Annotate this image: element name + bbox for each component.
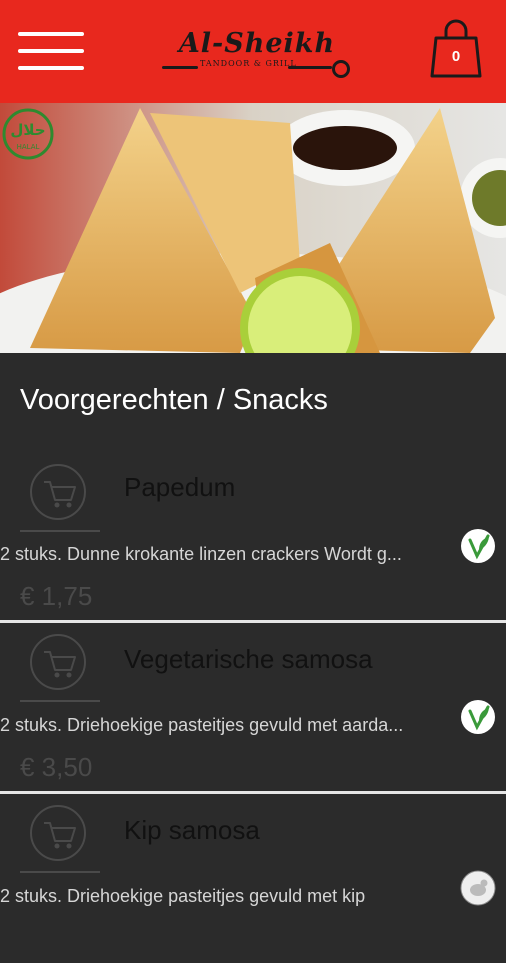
item-price: € 1,75 <box>20 581 93 611</box>
menu-item[interactable]: Papedum 2 stuks. Dunne krokante linzen c… <box>0 450 506 622</box>
logo-title: Al-Sheikh <box>178 28 336 59</box>
section-title: Voorgerechten / Snacks <box>20 384 328 416</box>
app-header: Al-Sheikh TANDOOR & GRILL 0 <box>0 0 506 103</box>
item-divider <box>0 791 506 794</box>
item-price: € 3,50 <box>20 752 93 782</box>
item-divider <box>0 620 506 623</box>
logo-skewer-ring <box>332 60 350 78</box>
chicken-icon <box>460 870 496 906</box>
halal-badge-icon: حلال HALAL <box>2 108 54 160</box>
item-name: Kip samosa <box>124 815 260 845</box>
thumb-underline <box>20 871 100 873</box>
logo[interactable]: Al-Sheikh TANDOOR & GRILL <box>160 28 350 80</box>
item-name: Papedum <box>124 472 236 502</box>
logo-skewer-right <box>288 66 332 69</box>
logo-subtitle: TANDOOR & GRILL <box>200 59 297 68</box>
add-to-cart-icon[interactable] <box>20 624 96 700</box>
hamburger-menu-icon[interactable] <box>18 32 84 72</box>
thumb-underline <box>20 530 100 532</box>
thumb-underline <box>20 700 100 702</box>
menu-item[interactable]: Kip samosa 2 stuks. Driehoekige pasteitj… <box>0 791 506 963</box>
hero-food-image <box>0 103 506 353</box>
item-name: Vegetarische samosa <box>124 644 373 674</box>
halal-badge-label: HALAL <box>17 143 40 151</box>
samosa-plate-photo <box>0 103 506 353</box>
logo-skewer-left <box>162 66 198 69</box>
cart-count-badge: 0 <box>451 48 461 65</box>
vegetarian-leaf-icon <box>461 700 495 734</box>
add-to-cart-icon[interactable] <box>20 454 96 530</box>
menu-item[interactable]: Vegetarische samosa 2 stuks. Driehoekige… <box>0 620 506 792</box>
item-description: 2 stuks. Dunne krokante linzen crackers … <box>0 544 402 564</box>
vegetarian-leaf-icon <box>461 529 495 563</box>
item-description: 2 stuks. Driehoekige pasteitjes gevuld m… <box>0 886 366 906</box>
item-description: 2 stuks. Driehoekige pasteitjes gevuld m… <box>0 715 404 735</box>
cart-button[interactable]: 0 <box>428 18 484 80</box>
add-to-cart-icon[interactable] <box>20 795 96 871</box>
halal-badge-arabic: حلال <box>10 121 45 139</box>
